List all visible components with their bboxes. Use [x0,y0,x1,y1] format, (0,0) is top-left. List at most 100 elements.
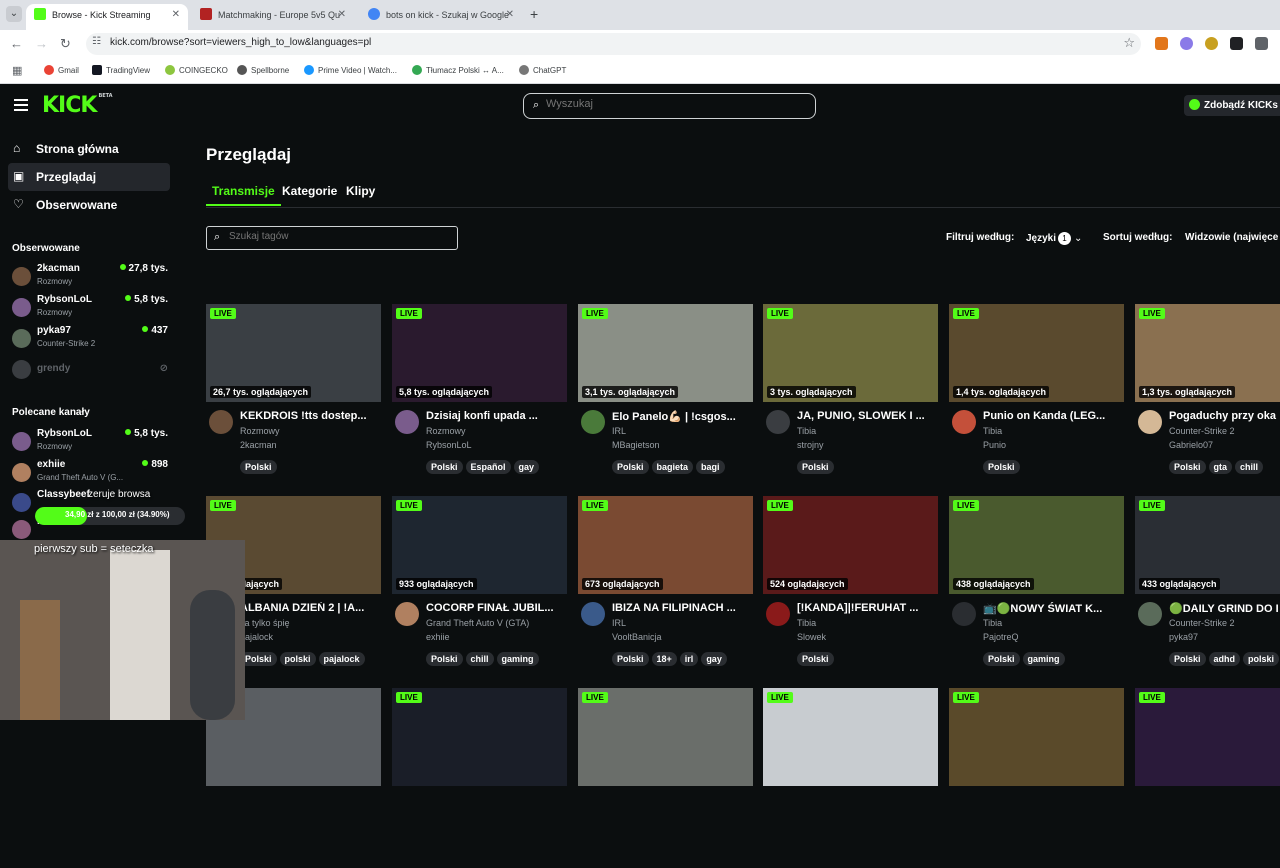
stream-category[interactable]: Tibia [797,426,816,436]
stream-tag[interactable]: Polski [612,652,649,666]
browser-tab-matchmaking[interactable]: Matchmaking - Europe 5v5 Qu ✕ [192,4,354,30]
stream-thumbnail[interactable]: LIVE 3 tys. oglądających [763,304,938,402]
streamer-name[interactable]: Punio [983,440,1006,450]
stream-thumbnail[interactable]: LIVE 26,7 tys. oglądających [206,304,381,402]
stream-card[interactable]: LIVE [578,688,753,868]
streamer-name[interactable]: strojny [797,440,824,450]
close-icon[interactable]: ✕ [338,4,346,26]
stream-tag[interactable]: gta [1208,460,1233,474]
stream-tag[interactable]: Polski [983,460,1020,474]
avatar[interactable] [1138,410,1162,434]
avatar[interactable] [766,602,790,626]
stream-category[interactable]: Counter-Strike 2 [1169,426,1235,436]
bookmark-gmail[interactable]: Gmail [44,65,79,75]
kick-logo[interactable]: KICK BETA [42,93,113,118]
stream-card[interactable]: LIVE 438 oglądających 📺🟢NOWY ŚWIAT K... Tib… [949,496,1124,676]
stream-card[interactable]: LIVE 26,7 tys. oglądających KEKDROIS !tts … [206,304,381,484]
stream-tag[interactable]: polski [1243,652,1280,666]
bookmark-star-icon[interactable]: ☆ [1123,35,1135,51]
followed-channel[interactable]: pyka97 Counter-Strike 2 437 [12,325,172,353]
followed-channel[interactable]: RybsonLoL Rozmowy 5,8 tys. [12,294,172,322]
streamer-name[interactable]: RybsonLoL [426,440,472,450]
sidebar-item-browse[interactable]: ▣ Przeglądaj [8,163,170,191]
stream-title[interactable]: Punio on Kanda (LEG... [983,410,1123,422]
apps-grid-icon[interactable]: ▦ [12,64,22,77]
stream-category[interactable]: Grand Theft Auto V (GTA) [426,618,529,628]
stream-title[interactable]: 🟢DAILY GRIND DO I [1169,602,1280,615]
avatar[interactable] [209,410,233,434]
stream-tag[interactable]: bagi [696,460,725,474]
stream-tag[interactable]: Polski [797,652,834,666]
new-tab-icon[interactable]: + [530,6,538,22]
stream-tag[interactable]: chill [1235,460,1264,474]
streamer-name[interactable]: pyka97 [1169,632,1198,642]
sort-dropdown[interactable]: Widzowie (najwięce [1185,232,1278,243]
stream-thumbnail[interactable]: LIVE [578,688,753,786]
stream-thumbnail[interactable]: LIVE 933 oglądających [392,496,567,594]
back-arrow-icon[interactable]: ← [10,36,23,52]
stream-thumbnail[interactable]: LIVE 673 oglądających [578,496,753,594]
extensions-puzzle-icon[interactable] [1255,37,1268,50]
avatar[interactable] [581,410,605,434]
sidebar-item-following[interactable]: ♡ Obserwowane [8,191,170,219]
stream-thumbnail[interactable]: LIVE 433 oglądających [1135,496,1280,594]
avatar[interactable] [581,602,605,626]
followed-channel[interactable]: 2kacman Rozmowy 27,8 tys. [12,263,172,291]
stream-card[interactable]: LIVE 3,1 tys. oglądających Elo Panelo💪🏻 | … [578,304,753,484]
url-text[interactable]: kick.com/browse?sort=viewers_high_to_low… [110,37,371,48]
stream-tag[interactable]: adhd [1208,652,1241,666]
stream-thumbnail[interactable]: LIVE [763,688,938,786]
languages-dropdown[interactable]: Języki 1 ⌄ [1026,232,1082,245]
bookmark-prime-video[interactable]: Prime Video | Watch... [304,65,397,75]
stream-tag[interactable]: gay [513,460,540,474]
site-info-icon[interactable]: ☷ [92,36,101,47]
stream-thumbnail[interactable]: LIVE [1135,688,1280,786]
stream-category[interactable]: Tibia [797,618,816,628]
stream-thumbnail[interactable]: LIVE [949,688,1124,786]
stream-category[interactable]: Tibia [983,426,1002,436]
get-kicks-button[interactable]: Zdobądź KICKs [1184,95,1280,116]
stream-card[interactable]: LIVE 673 oglądających IBIZA NA FILIPINACH … [578,496,753,676]
stream-card[interactable]: LIVE [949,688,1124,868]
bookmark-spellborne[interactable]: Spellborne [237,65,289,75]
tag-search[interactable]: ⌕ [206,226,458,250]
stream-card[interactable]: LIVE 933 oglądających COCORP FINAŁ JUBIL..… [392,496,567,676]
stream-tag[interactable]: 18+ [651,652,677,666]
followed-channel-offline[interactable]: grendy ⊘ [12,356,172,384]
extension-icon[interactable] [1230,37,1243,50]
recommended-channel[interactable]: exhiie Grand Theft Auto V (G... 898 [12,459,172,487]
site-search[interactable]: ⌕ [523,93,816,119]
stream-tag[interactable]: Polski [612,460,649,474]
stream-tag[interactable]: gay [701,652,727,666]
stream-tag[interactable]: chill [465,652,494,666]
stream-title[interactable]: Dzisiaj konfi upada ... [426,410,566,422]
metamask-extension-icon[interactable] [1155,37,1168,50]
browser-tab-kick[interactable]: Browse - Kick Streaming ✕ [26,4,188,30]
tab-categories[interactable]: Kategorie [276,184,343,204]
extension-icon[interactable] [1205,37,1218,50]
stream-tag[interactable]: gaming [1022,652,1065,666]
forward-arrow-icon[interactable]: → [35,36,48,52]
stream-card[interactable]: LIVE 433 oglądających 🟢DAILY GRIND DO I Cou… [1135,496,1280,676]
stream-card[interactable]: LIVE 524 oglądających [!KANDA]|!FERUHAT ..… [763,496,938,676]
avatar[interactable] [1138,602,1162,626]
stream-tag[interactable]: Polski [1169,652,1206,666]
stream-tag[interactable]: Polski [240,652,277,666]
close-icon[interactable]: ✕ [172,4,180,26]
stream-tag[interactable]: polski [279,652,316,666]
stream-card[interactable]: LIVE 1,4 tys. oglądających Punio on Kanda … [949,304,1124,484]
streamer-name[interactable]: VooltBanicja [612,632,662,642]
search-input[interactable] [546,98,806,110]
stream-tag[interactable]: irl [679,652,699,666]
avatar[interactable] [952,410,976,434]
stream-tag[interactable]: Español [465,460,511,474]
tab-clips[interactable]: Klipy [340,184,381,204]
close-icon[interactable]: ✕ [506,4,514,26]
stream-thumbnail[interactable]: LIVE 524 oglądających [763,496,938,594]
sidebar-item-home[interactable]: ⌂ Strona główna [8,135,170,163]
stream-title[interactable]: COCORP FINAŁ JUBIL... [426,602,566,614]
stream-thumbnail[interactable]: LIVE [392,688,567,786]
tab-search-icon[interactable]: ⌄ [6,6,22,22]
stream-category[interactable]: Rozmowy [426,426,466,436]
bookmark-chatgpt[interactable]: ChatGPT [519,65,566,75]
